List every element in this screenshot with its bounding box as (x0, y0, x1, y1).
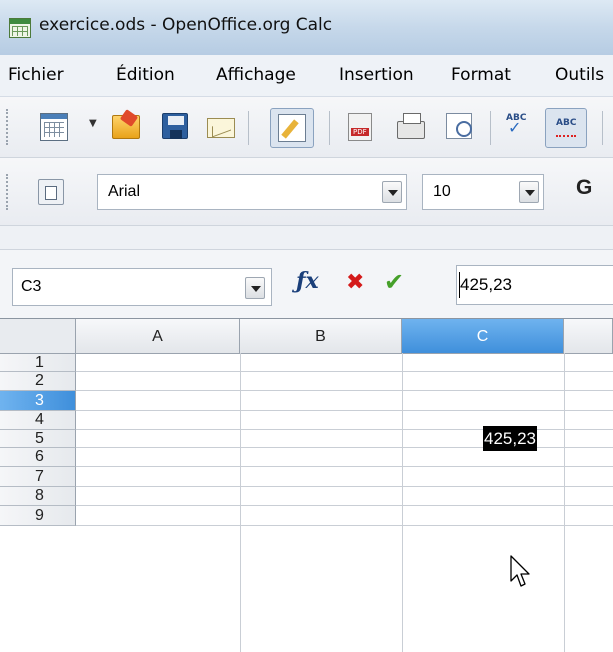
toolbar-grip[interactable] (6, 109, 10, 145)
row-header[interactable]: 9 (0, 506, 76, 526)
column-header-a[interactable]: A (76, 319, 240, 354)
styles-icon[interactable] (38, 179, 64, 205)
column-header-c[interactable]: C (402, 319, 564, 354)
chevron-down-icon[interactable] (245, 277, 265, 299)
grid-line (402, 353, 403, 652)
toolbar-grip[interactable] (6, 174, 10, 210)
formula-input-value: 425,23 (460, 275, 512, 294)
row-header[interactable]: 5 (0, 430, 76, 448)
calc-app-icon (9, 18, 31, 38)
print-icon[interactable] (397, 113, 425, 139)
toolbar-separator (329, 111, 330, 145)
grid-line (76, 390, 613, 391)
row-header[interactable]: 2 (0, 372, 76, 391)
column-header-d[interactable] (564, 319, 613, 354)
edit-file-icon (278, 114, 306, 142)
toolbar-separator (490, 111, 491, 145)
grid-line (76, 486, 613, 487)
grid-line (76, 410, 613, 411)
grid-line (76, 505, 613, 506)
window-title: exercice.ods - OpenOffice.org Calc (39, 15, 333, 35)
mouse-pointer-icon (510, 555, 530, 587)
export-pdf-icon[interactable] (348, 113, 372, 141)
name-box[interactable]: C3 (12, 268, 272, 306)
font-size-combo[interactable]: 10 (422, 174, 544, 210)
chevron-down-icon[interactable]: ▼ (89, 118, 101, 134)
page-preview-icon[interactable] (446, 113, 472, 139)
column-header-b[interactable]: B (240, 319, 402, 354)
toolbar-separator (248, 111, 249, 145)
bold-button[interactable]: G (576, 176, 592, 200)
font-name-value: Arial (108, 183, 141, 200)
cancel-icon[interactable]: ✖ (346, 270, 364, 295)
grid-line (564, 353, 565, 652)
cell-c3[interactable]: 425,23 (483, 426, 537, 451)
row-header[interactable]: 7 (0, 467, 76, 487)
chevron-down-icon[interactable] (519, 181, 539, 203)
menu-outils[interactable]: Outils (555, 65, 604, 85)
spellcheck-icon[interactable]: ABC (503, 110, 531, 138)
open-folder-icon[interactable] (112, 115, 140, 139)
menu-edition[interactable]: Édition (116, 65, 175, 85)
new-document-icon[interactable] (40, 113, 68, 141)
accept-icon[interactable]: ✔ (384, 268, 404, 296)
row-header[interactable]: 6 (0, 448, 76, 467)
formula-input[interactable]: 425,23 (456, 265, 613, 305)
name-box-value: C3 (21, 278, 42, 295)
grid-line (76, 371, 613, 372)
row-header[interactable]: 4 (0, 411, 76, 430)
menu-fichier[interactable]: Fichier (8, 65, 64, 85)
row-header-selected[interactable]: 3 (0, 391, 76, 411)
empty-toolbar-row (0, 226, 613, 250)
row-header[interactable]: 1 (0, 354, 76, 372)
chevron-down-icon[interactable] (382, 181, 402, 203)
menu-bar: Fichier Édition Affichage Insertion Form… (0, 55, 613, 97)
grid-line (76, 466, 613, 467)
menu-insertion[interactable]: Insertion (339, 65, 414, 85)
toolbar-separator (602, 111, 603, 145)
auto-spellcheck-icon: ABC (552, 114, 580, 142)
font-name-combo[interactable]: Arial (97, 174, 407, 210)
menu-format[interactable]: Format (451, 65, 511, 85)
row-header[interactable]: 8 (0, 487, 76, 506)
email-document-icon[interactable] (207, 118, 235, 138)
grid-line (240, 353, 241, 652)
save-icon[interactable] (162, 113, 188, 139)
menu-affichage[interactable]: Affichage (216, 65, 296, 85)
title-bar: exercice.ods - OpenOffice.org Calc (0, 0, 613, 55)
grid-line (76, 525, 613, 526)
spreadsheet-grid[interactable]: A B C 1 2 3 4 5 6 7 8 9 (0, 318, 613, 652)
function-wizard-icon[interactable]: ƒx (296, 268, 319, 294)
select-all-corner[interactable] (0, 319, 76, 354)
font-size-value: 10 (433, 183, 451, 200)
